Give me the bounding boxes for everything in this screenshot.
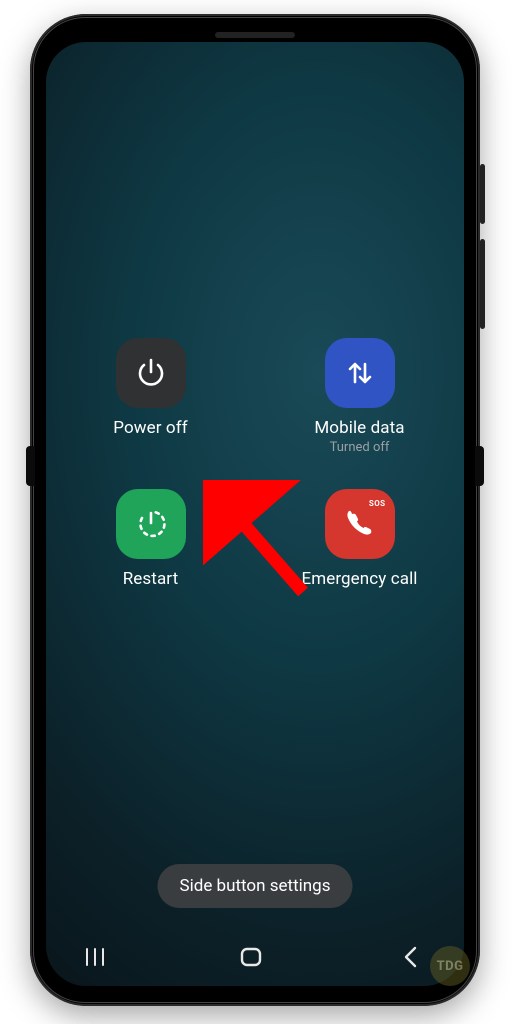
phone-frame: Power off Mobile data Turned off — [30, 14, 480, 1006]
earpiece — [215, 32, 295, 38]
mobile-data-label: Mobile data — [314, 418, 404, 438]
restart-icon — [133, 506, 169, 542]
restart-option[interactable]: Restart — [66, 489, 236, 589]
nav-bar — [86, 940, 424, 974]
power-off-option[interactable]: Power off — [66, 338, 236, 455]
phone-sos-icon — [342, 506, 378, 542]
sos-badge: SOS — [369, 499, 386, 508]
side-button-settings-label: Side button settings — [180, 876, 331, 896]
restart-label: Restart — [123, 569, 179, 589]
hinge-right — [475, 446, 484, 486]
emergency-tile[interactable]: SOS — [325, 489, 395, 559]
nav-back[interactable] — [398, 944, 424, 970]
side-button-settings[interactable]: Side button settings — [158, 864, 353, 908]
updown-icon — [342, 355, 378, 391]
volume-button — [480, 164, 485, 224]
power-menu: Power off Mobile data Turned off — [46, 338, 464, 589]
mobile-data-sublabel: Turned off — [330, 440, 390, 455]
side-button — [480, 239, 485, 329]
screen: Power off Mobile data Turned off — [46, 42, 464, 986]
nav-home[interactable] — [238, 944, 264, 970]
power-icon — [133, 355, 169, 391]
hinge-left — [26, 446, 35, 486]
nav-recents[interactable] — [86, 948, 104, 966]
mobile-data-option[interactable]: Mobile data Turned off — [275, 338, 445, 455]
watermark: TDG — [430, 946, 470, 986]
mobile-data-tile[interactable] — [325, 338, 395, 408]
emergency-option[interactable]: SOS Emergency call — [275, 489, 445, 589]
emergency-label: Emergency call — [301, 569, 417, 589]
power-off-label: Power off — [113, 418, 188, 438]
watermark-text: TDG — [437, 959, 464, 974]
restart-tile[interactable] — [116, 489, 186, 559]
power-off-tile[interactable] — [116, 338, 186, 408]
